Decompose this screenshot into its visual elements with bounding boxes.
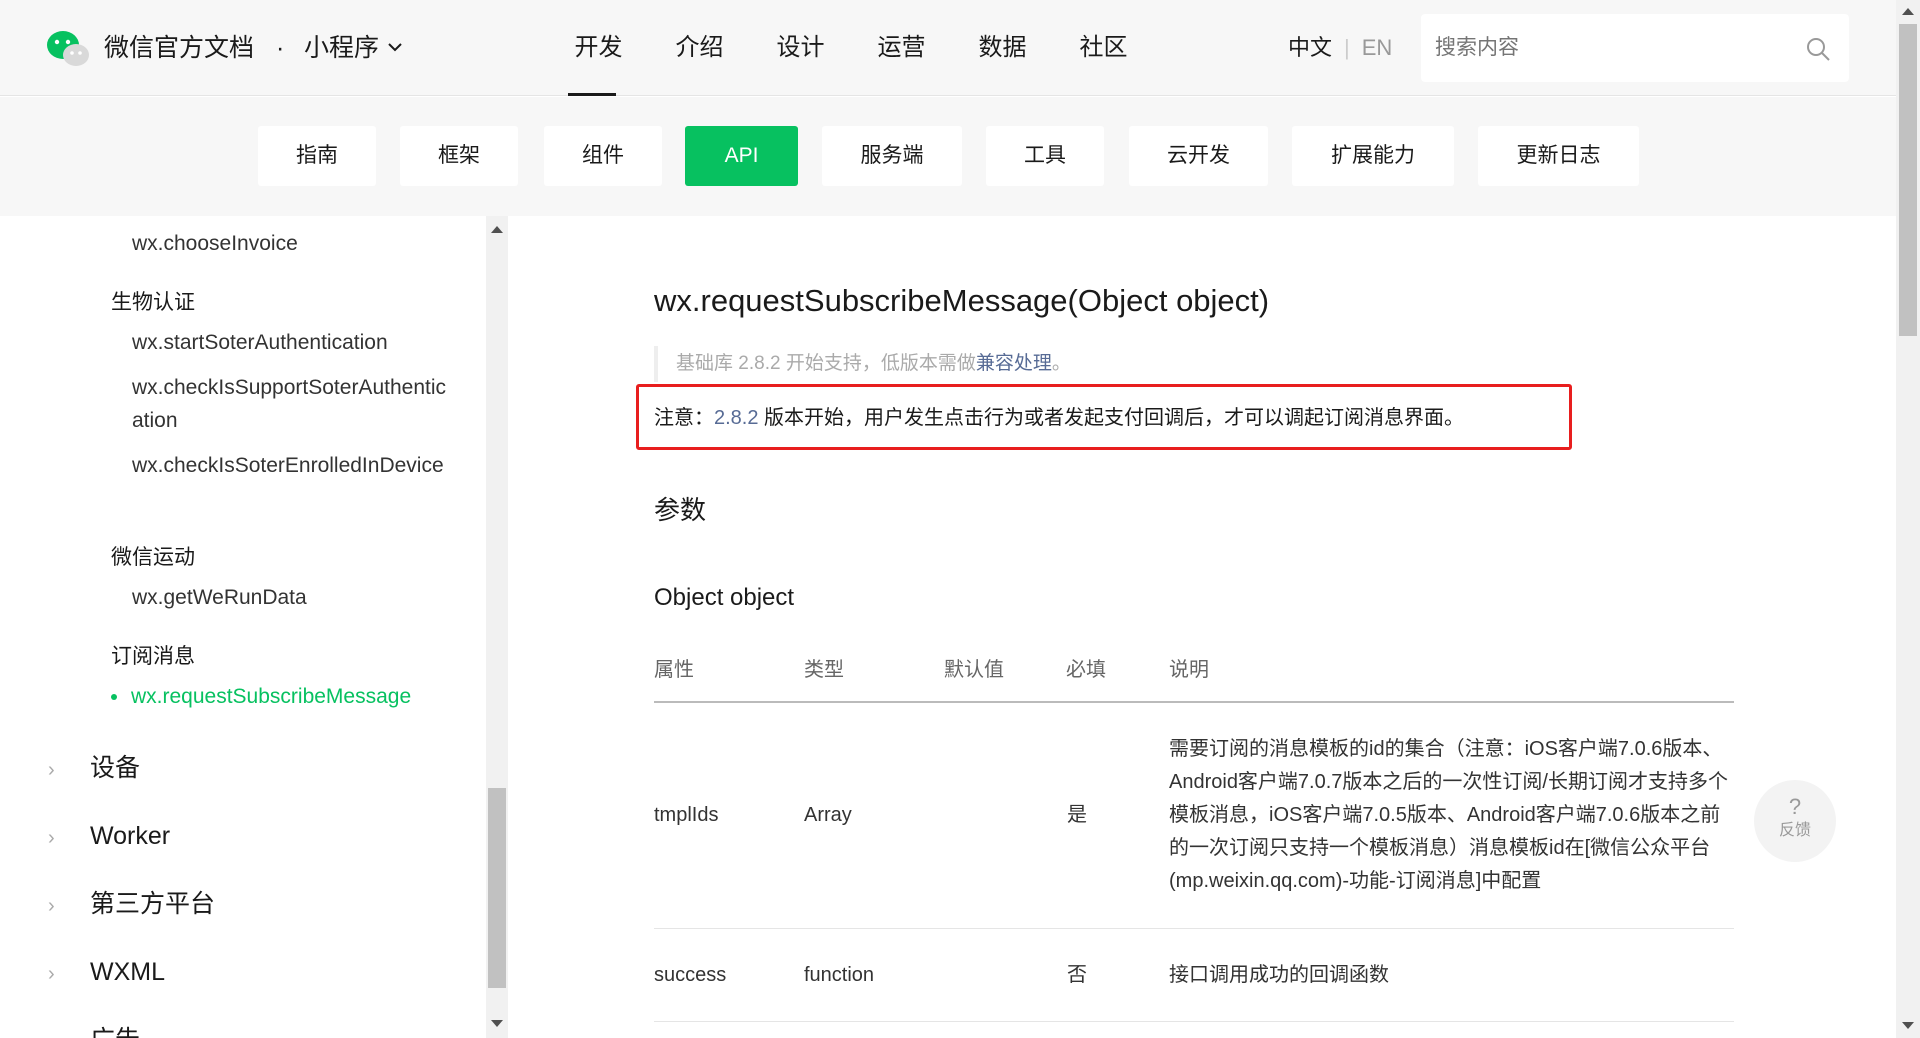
table-header-default: 默认值 (944, 659, 1004, 681)
chevron-right-icon: › (48, 895, 55, 917)
sidebar-section-wxml[interactable]: › WXML (48, 954, 165, 992)
page-scrollbar[interactable] (1896, 0, 1920, 1038)
lang-en[interactable]: EN (1362, 35, 1393, 60)
sidebar-section-third-party[interactable]: › 第三方平台 (48, 886, 215, 924)
sidebar-scroll-thumb[interactable] (488, 788, 506, 988)
table-row-divider (654, 1021, 1734, 1022)
sidebar-section-label: 设备 (90, 754, 141, 782)
chevron-right-icon: › (48, 827, 55, 849)
search-input[interactable] (1435, 32, 1795, 64)
subnav-components[interactable]: 组件 (544, 126, 662, 186)
table-cell-desc: 接口调用成功的回调函数 (1169, 964, 1389, 986)
sidebar-item-check-support-soter[interactable]: wx.checkIsSupportSoterAuthentication (132, 371, 452, 437)
sub-nav: 指南 框架 组件 API 服务端 工具 云开发 扩展能力 更新日志 (0, 97, 1920, 216)
compat-link[interactable]: 兼容处理 (976, 353, 1052, 374)
active-dot (111, 694, 117, 701)
sidebar-group-bio: 生物认证 (111, 291, 195, 314)
language-switch: 中文 | EN (1288, 30, 1392, 66)
sidebar: wx.chooseInvoice 生物认证 wx.startSoterAuthe… (0, 216, 486, 1038)
nav-item-operations[interactable]: 运营 (851, 0, 952, 96)
support-suffix: 。 (1051, 353, 1071, 374)
lang-separator: | (1344, 35, 1350, 60)
wechat-logo-icon[interactable] (45, 28, 91, 68)
table-header-type: 类型 (804, 659, 844, 681)
question-icon: ? (1788, 794, 1802, 819)
lang-zh[interactable]: 中文 (1288, 35, 1332, 60)
search-box (1421, 14, 1849, 82)
scroll-up-arrow-icon[interactable] (1902, 8, 1914, 15)
sidebar-section-ad[interactable]: › 广告 (48, 1022, 140, 1038)
notice-prefix: 注意： (654, 407, 714, 429)
table-header-attr: 属性 (654, 659, 694, 681)
sidebar-item-start-soter[interactable]: wx.startSoterAuthentication (132, 326, 452, 359)
subnav-framework[interactable]: 框架 (400, 126, 518, 186)
table-cell-type: Array (804, 804, 852, 826)
table-cell-required: 否 (1067, 964, 1087, 986)
sidebar-item-request-subscribe[interactable]: wx.requestSubscribeMessage (111, 680, 411, 713)
object-heading: Object object (654, 584, 795, 611)
nav-item-community[interactable]: 社区 (1053, 0, 1154, 96)
nav-item-develop[interactable]: 开发 (548, 0, 649, 96)
sidebar-section-label: 第三方平台 (90, 890, 216, 918)
scroll-down-arrow-icon[interactable] (491, 1020, 503, 1027)
table-cell-name: tmplIds (654, 804, 719, 826)
nav-item-data[interactable]: 数据 (952, 0, 1053, 96)
feedback-button[interactable]: ? 反馈 (1754, 780, 1836, 862)
main-nav: 开发 介绍 设计 运营 数据 社区 (548, 0, 1154, 96)
chevron-right-icon: › (48, 1024, 70, 1038)
scroll-down-arrow-icon[interactable] (1902, 1022, 1914, 1029)
subnav-guide[interactable]: 指南 (258, 126, 376, 186)
notice-body: 版本开始，用户发生点击行为或者发起支付回调后，才可以调起订阅消息界面。 (758, 407, 1465, 429)
subnav-cloud[interactable]: 云开发 (1129, 126, 1268, 186)
sidebar-section-worker[interactable]: › Worker (48, 818, 170, 856)
notice-text: 注意：2.8.2 版本开始，用户发生点击行为或者发起支付回调后，才可以调起订阅消… (654, 400, 1464, 436)
page-title: wx.requestSubscribeMessage(Object object… (654, 283, 1270, 318)
table-row-divider (654, 928, 1734, 929)
subnav-api[interactable]: API (685, 126, 798, 186)
sidebar-item-check-enrolled[interactable]: wx.checkIsSoterEnrolledInDevice (132, 449, 452, 482)
table-cell-name: success (654, 964, 727, 986)
sidebar-active-label: wx.requestSubscribeMessage (131, 685, 412, 708)
brand-title[interactable]: 微信官方文档 (104, 30, 254, 66)
table-cell-required: 是 (1067, 804, 1087, 826)
sidebar-item-get-werun[interactable]: wx.getWeRunData (132, 581, 452, 614)
table-header-divider (654, 701, 1734, 703)
nav-item-intro[interactable]: 介绍 (649, 0, 750, 96)
subnav-changelog[interactable]: 更新日志 (1478, 126, 1639, 186)
notice-version: 2.8.2 (714, 407, 759, 429)
sidebar-section-label: WXML (90, 958, 165, 986)
table-header-required: 必填 (1066, 659, 1106, 681)
support-prefix: 基础库 2.8.2 开始支持，低版本需做 (676, 353, 976, 374)
nav-item-design[interactable]: 设计 (750, 0, 851, 96)
sidebar-section-device[interactable]: › 设备 (48, 750, 140, 788)
subnav-extensions[interactable]: 扩展能力 (1292, 126, 1454, 186)
sidebar-section-label: 广告 (90, 1026, 140, 1038)
table-header-desc: 说明 (1169, 659, 1209, 681)
chevron-right-icon: › (48, 963, 55, 985)
sidebar-item-choose-invoice[interactable]: wx.chooseInvoice (132, 227, 452, 260)
page-scroll-thumb[interactable] (1899, 24, 1917, 336)
content-area (508, 216, 1896, 1038)
brand-separator: · (276, 34, 285, 62)
scroll-up-arrow-icon[interactable] (491, 226, 503, 233)
sidebar-group-subscribe: 订阅消息 (111, 645, 195, 668)
search-icon[interactable] (1805, 36, 1831, 62)
subnav-server[interactable]: 服务端 (822, 126, 962, 186)
feedback-label: 反馈 (1778, 822, 1811, 839)
params-heading: 参数 (654, 495, 707, 525)
support-note: 基础库 2.8.2 开始支持，低版本需做兼容处理。 (654, 346, 1071, 382)
chevron-right-icon: › (48, 759, 55, 781)
subnav-tools[interactable]: 工具 (986, 126, 1104, 186)
chevron-down-icon[interactable] (386, 38, 404, 56)
sidebar-scrollbar[interactable] (486, 216, 508, 1038)
table-cell-type: function (804, 964, 875, 986)
product-selector[interactable]: 小程序 (304, 30, 379, 66)
top-header: 微信官方文档 · 小程序 开发 介绍 设计 运营 数据 社区 中文 | EN (0, 0, 1920, 96)
table-cell-desc: 需要订阅的消息模板的id的集合（注意：iOS客户端7.0.6版本、Android… (1169, 738, 1728, 892)
sidebar-group-werun: 微信运动 (111, 546, 195, 569)
sidebar-section-label: Worker (90, 822, 171, 850)
